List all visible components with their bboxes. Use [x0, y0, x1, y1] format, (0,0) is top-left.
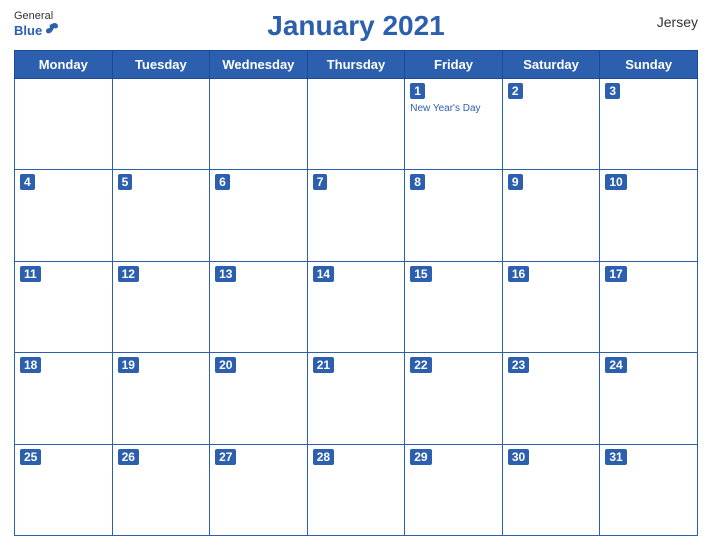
header-wednesday: Wednesday	[210, 51, 308, 79]
calendar-table: Monday Tuesday Wednesday Thursday Friday…	[14, 50, 698, 536]
day-number: 26	[118, 449, 139, 465]
header-thursday: Thursday	[307, 51, 405, 79]
day-number: 5	[118, 174, 133, 190]
header-friday: Friday	[405, 51, 503, 79]
calendar-title: January 2021	[267, 10, 444, 42]
calendar-cell: 27	[210, 444, 308, 535]
weekday-header-row: Monday Tuesday Wednesday Thursday Friday…	[15, 51, 698, 79]
calendar-cell: 7	[307, 170, 405, 261]
calendar-container: General Blue January 2021 Jersey Monday …	[0, 0, 712, 550]
day-number: 11	[20, 266, 41, 282]
calendar-cell: 22	[405, 353, 503, 444]
day-number: 21	[313, 357, 334, 373]
calendar-cell: 4	[15, 170, 113, 261]
logo-general: General	[14, 10, 60, 22]
day-number: 18	[20, 357, 41, 373]
day-number: 4	[20, 174, 35, 190]
header: General Blue January 2021 Jersey	[14, 10, 698, 42]
day-number: 28	[313, 449, 334, 465]
calendar-cell: 12	[112, 261, 210, 352]
calendar-cell: 29	[405, 444, 503, 535]
calendar-cell: 15	[405, 261, 503, 352]
calendar-week-row: 25 26 27 28 29 30 31	[15, 444, 698, 535]
calendar-cell	[112, 79, 210, 170]
day-number: 12	[118, 266, 139, 282]
day-number: 15	[410, 266, 431, 282]
day-number: 30	[508, 449, 529, 465]
calendar-cell	[15, 79, 113, 170]
day-number: 20	[215, 357, 236, 373]
day-number: 9	[508, 174, 523, 190]
calendar-cell: 14	[307, 261, 405, 352]
day-number: 25	[20, 449, 41, 465]
header-tuesday: Tuesday	[112, 51, 210, 79]
logo: General Blue	[14, 10, 60, 38]
calendar-cell: 21	[307, 353, 405, 444]
calendar-cell: 17	[600, 261, 698, 352]
calendar-cell: 25	[15, 444, 113, 535]
calendar-cell: 23	[502, 353, 600, 444]
day-number: 2	[508, 83, 523, 99]
logo-bird-icon	[44, 22, 60, 38]
holiday-label: New Year's Day	[410, 103, 497, 115]
calendar-cell: 1 New Year's Day	[405, 79, 503, 170]
day-number: 16	[508, 266, 529, 282]
calendar-week-row: 18 19 20 21 22 23 24	[15, 353, 698, 444]
calendar-week-row: 11 12 13 14 15 16 17	[15, 261, 698, 352]
day-number: 24	[605, 357, 626, 373]
logo-blue: Blue	[14, 24, 42, 37]
day-number: 7	[313, 174, 328, 190]
day-number: 19	[118, 357, 139, 373]
day-number: 17	[605, 266, 626, 282]
header-saturday: Saturday	[502, 51, 600, 79]
calendar-cell: 9	[502, 170, 600, 261]
calendar-cell: 6	[210, 170, 308, 261]
day-number: 6	[215, 174, 230, 190]
calendar-cell: 10	[600, 170, 698, 261]
calendar-cell: 26	[112, 444, 210, 535]
calendar-cell	[307, 79, 405, 170]
calendar-cell: 5	[112, 170, 210, 261]
day-number: 22	[410, 357, 431, 373]
day-number: 29	[410, 449, 431, 465]
calendar-cell: 28	[307, 444, 405, 535]
calendar-cell: 30	[502, 444, 600, 535]
header-monday: Monday	[15, 51, 113, 79]
day-number: 13	[215, 266, 236, 282]
calendar-cell: 3	[600, 79, 698, 170]
day-number: 3	[605, 83, 620, 99]
header-sunday: Sunday	[600, 51, 698, 79]
calendar-cell: 18	[15, 353, 113, 444]
day-number: 1	[410, 83, 425, 99]
calendar-cell: 16	[502, 261, 600, 352]
calendar-cell: 31	[600, 444, 698, 535]
calendar-cell: 24	[600, 353, 698, 444]
calendar-cell: 13	[210, 261, 308, 352]
day-number: 27	[215, 449, 236, 465]
calendar-cell	[210, 79, 308, 170]
day-number: 31	[605, 449, 626, 465]
calendar-cell: 20	[210, 353, 308, 444]
day-number: 23	[508, 357, 529, 373]
calendar-cell: 11	[15, 261, 113, 352]
calendar-week-row: 1 New Year's Day 2 3	[15, 79, 698, 170]
day-number: 10	[605, 174, 626, 190]
day-number: 8	[410, 174, 425, 190]
day-number: 14	[313, 266, 334, 282]
calendar-cell: 8	[405, 170, 503, 261]
calendar-cell: 2	[502, 79, 600, 170]
region-label: Jersey	[657, 14, 698, 30]
calendar-week-row: 4 5 6 7 8 9 10	[15, 170, 698, 261]
calendar-cell: 19	[112, 353, 210, 444]
